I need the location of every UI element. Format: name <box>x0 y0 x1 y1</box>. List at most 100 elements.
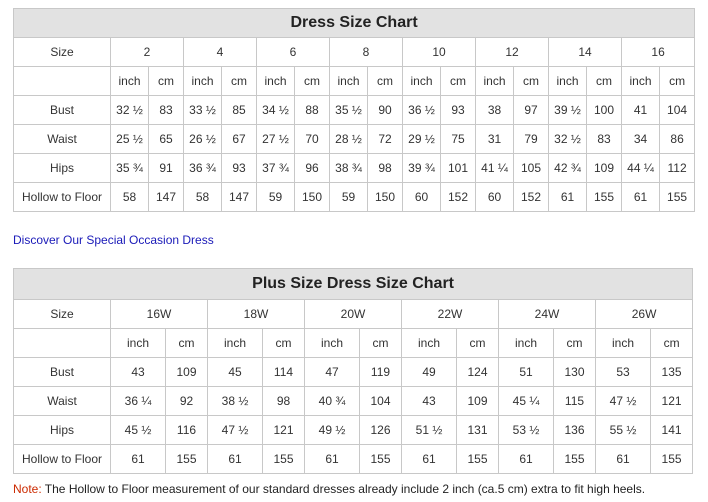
table-cell: 136 <box>553 415 596 445</box>
table-cell: 59 <box>256 182 295 212</box>
table-cell: 47 ½ <box>595 386 651 416</box>
size-header: 14 <box>548 37 622 67</box>
table-cell: 58 <box>110 182 149 212</box>
unit-cm-header: cm <box>165 328 208 358</box>
table-cell: 42 ¾ <box>548 153 587 183</box>
table-cell: 155 <box>586 182 622 212</box>
unit-header-row: inch cm inch cm inch cm inch cm inch cm inch cm <box>13 328 694 358</box>
table-cell: 147 <box>221 182 257 212</box>
unit-inch-header: inch <box>329 66 368 96</box>
table-cell: 104 <box>658 95 696 125</box>
table-cell: 104 <box>359 386 402 416</box>
table-cell: 61 <box>207 444 263 474</box>
table-cell: 141 <box>649 415 694 445</box>
table-cell: 152 <box>440 182 476 212</box>
table-cell: 155 <box>553 444 596 474</box>
table-cell: 36 ¾ <box>183 153 222 183</box>
table-cell: 33 ½ <box>183 95 222 125</box>
size-header: 12 <box>475 37 549 67</box>
table-cell: 49 <box>401 357 457 387</box>
table-cell: 115 <box>553 386 596 416</box>
table-cell: 88 <box>294 95 330 125</box>
row-label: Hollow to Floor <box>13 182 111 212</box>
table-cell: 47 ½ <box>207 415 263 445</box>
row-label: Hollow to Floor <box>13 444 111 474</box>
table-cell: 43 <box>110 357 166 387</box>
unit-cm-header: cm <box>221 66 257 96</box>
table-cell: 39 ¾ <box>402 153 441 183</box>
table-cell: 49 ½ <box>304 415 360 445</box>
table-cell: 41 <box>621 95 660 125</box>
table-cell: 26 ½ <box>183 124 222 154</box>
table-cell: 155 <box>649 444 694 474</box>
table-cell: 83 <box>148 95 184 125</box>
unit-cm-header: cm <box>367 66 403 96</box>
unit-inch-header: inch <box>498 328 554 358</box>
table-cell: 34 <box>621 124 660 154</box>
table-cell: 58 <box>183 182 222 212</box>
unit-inch-header: inch <box>401 328 457 358</box>
table-cell: 152 <box>513 182 549 212</box>
size-header: 22W <box>401 299 499 329</box>
table-cell: 126 <box>359 415 402 445</box>
table-cell: 37 ¾ <box>256 153 295 183</box>
table-cell: 32 ½ <box>548 124 587 154</box>
unit-cm-header: cm <box>456 328 499 358</box>
table-cell: 44 ¼ <box>621 153 660 183</box>
unit-inch-header: inch <box>207 328 263 358</box>
table-cell: 67 <box>221 124 257 154</box>
table-row: Waist 36 ¼ 92 38 ½ 98 40 ¾ 104 43 109 45 ¼ 115 47 ½… <box>13 386 694 416</box>
unit-blank <box>13 66 111 96</box>
size-header: 16W <box>110 299 208 329</box>
table-cell: 65 <box>148 124 184 154</box>
table-row: Bust 43 109 45 114 47 119 49 124 51 130 53 135 <box>13 357 694 387</box>
row-label: Bust <box>13 95 111 125</box>
table-cell: 32 ½ <box>110 95 149 125</box>
note: Note: The Hollow to Floor measurement of… <box>13 482 645 496</box>
table-cell: 60 <box>475 182 514 212</box>
table-cell: 38 <box>475 95 514 125</box>
table-cell: 79 <box>513 124 549 154</box>
table-cell: 150 <box>294 182 330 212</box>
table-cell: 51 <box>498 357 554 387</box>
table-cell: 96 <box>294 153 330 183</box>
chart-title: Dress Size Chart <box>12 8 696 38</box>
table-cell: 105 <box>513 153 549 183</box>
table-cell: 39 ½ <box>548 95 587 125</box>
table-cell: 155 <box>456 444 499 474</box>
row-label: Waist <box>13 386 111 416</box>
table-cell: 41 ¼ <box>475 153 514 183</box>
table-cell: 112 <box>658 153 696 183</box>
unit-inch-header: inch <box>110 66 149 96</box>
table-cell: 114 <box>262 357 305 387</box>
note-text: The Hollow to Floor measurement of our s… <box>41 482 646 496</box>
table-cell: 92 <box>165 386 208 416</box>
unit-inch-header: inch <box>110 328 166 358</box>
table-cell: 70 <box>294 124 330 154</box>
row-label: Hips <box>13 153 111 183</box>
unit-blank <box>13 328 111 358</box>
chart-title: Plus Size Dress Size Chart <box>12 268 694 300</box>
table-cell: 155 <box>262 444 305 474</box>
dress-size-chart-table: Dress Size Chart Size 2 4 6 8 10 12 14 16 inch cm in… <box>12 8 696 212</box>
unit-inch-header: inch <box>304 328 360 358</box>
table-cell: 116 <box>165 415 208 445</box>
table-cell: 61 <box>621 182 660 212</box>
unit-header-row: inch cm inch cm inch cm inch cm inch cm inch cm inch… <box>13 66 696 96</box>
table-cell: 61 <box>548 182 587 212</box>
table-cell: 34 ½ <box>256 95 295 125</box>
unit-inch-header: inch <box>183 66 222 96</box>
table-cell: 45 ½ <box>110 415 166 445</box>
unit-cm-header: cm <box>586 66 622 96</box>
table-row: Hollow to Floor 61 155 61 155 61 155 61 155 61 155… <box>13 444 694 474</box>
table-cell: 109 <box>165 357 208 387</box>
table-cell: 155 <box>658 182 696 212</box>
table-cell: 61 <box>498 444 554 474</box>
table-cell: 121 <box>262 415 305 445</box>
table-cell: 40 ¾ <box>304 386 360 416</box>
size-header: 24W <box>498 299 596 329</box>
discover-occasion-dress-link[interactable]: Discover Our Special Occasion Dress <box>13 233 214 247</box>
table-cell: 36 ½ <box>402 95 441 125</box>
title-row: Dress Size Chart <box>12 8 696 38</box>
table-cell: 130 <box>553 357 596 387</box>
